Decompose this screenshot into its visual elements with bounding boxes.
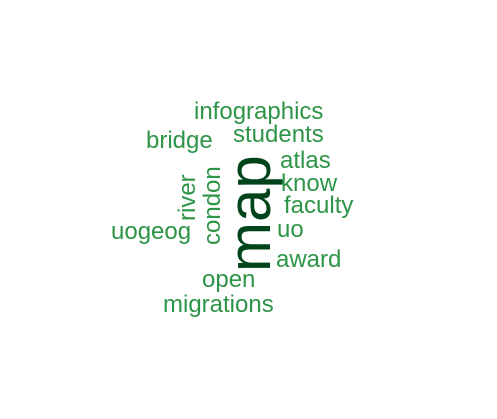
word-map: map xyxy=(216,155,283,272)
word-faculty: faculty xyxy=(284,192,354,219)
word-students: students xyxy=(233,121,324,148)
word-uogeog: uogeog xyxy=(111,218,192,245)
word-river: river xyxy=(174,174,201,221)
word-bridge: bridge xyxy=(146,127,213,154)
word-migrations: migrations xyxy=(163,291,274,318)
word-cloud: infographics students bridge atlas know … xyxy=(0,0,497,419)
word-award: award xyxy=(276,246,342,273)
